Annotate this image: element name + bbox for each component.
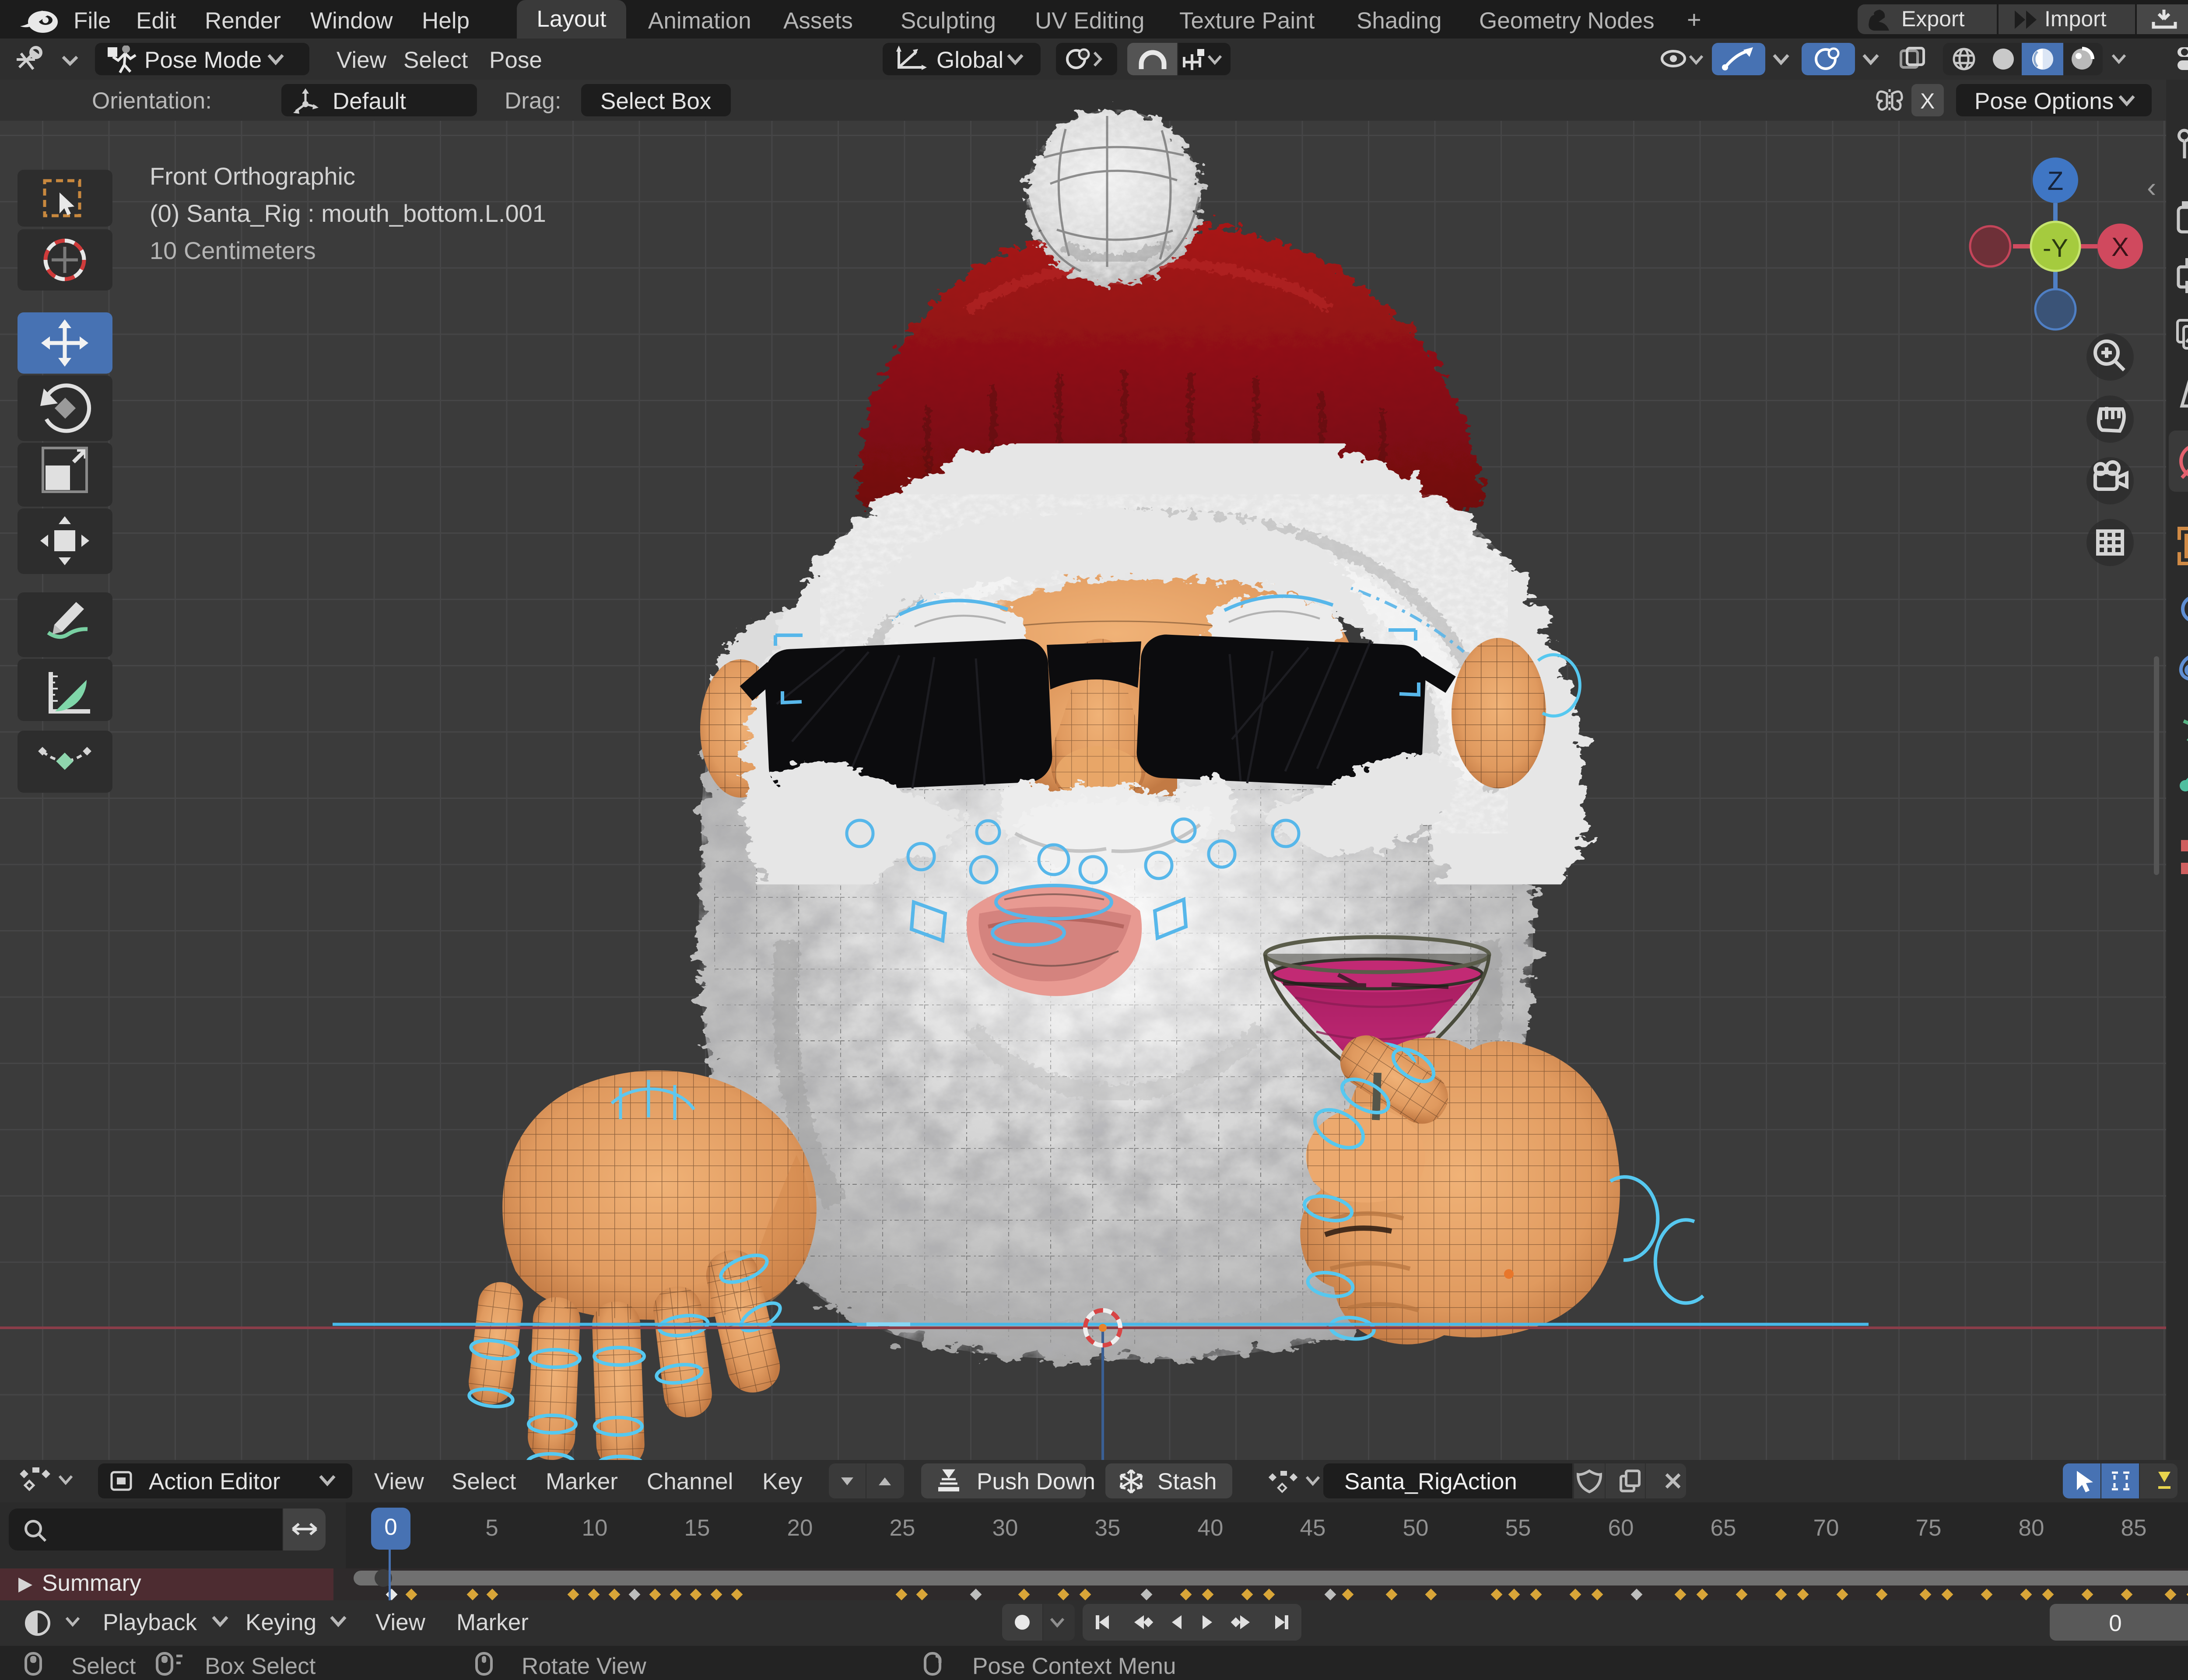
svg-text:X: X [2111,232,2129,262]
svg-text:-Y: -Y [2043,234,2068,262]
svg-text:‹: ‹ [2147,172,2156,203]
svg-text:Z: Z [2048,166,2064,196]
